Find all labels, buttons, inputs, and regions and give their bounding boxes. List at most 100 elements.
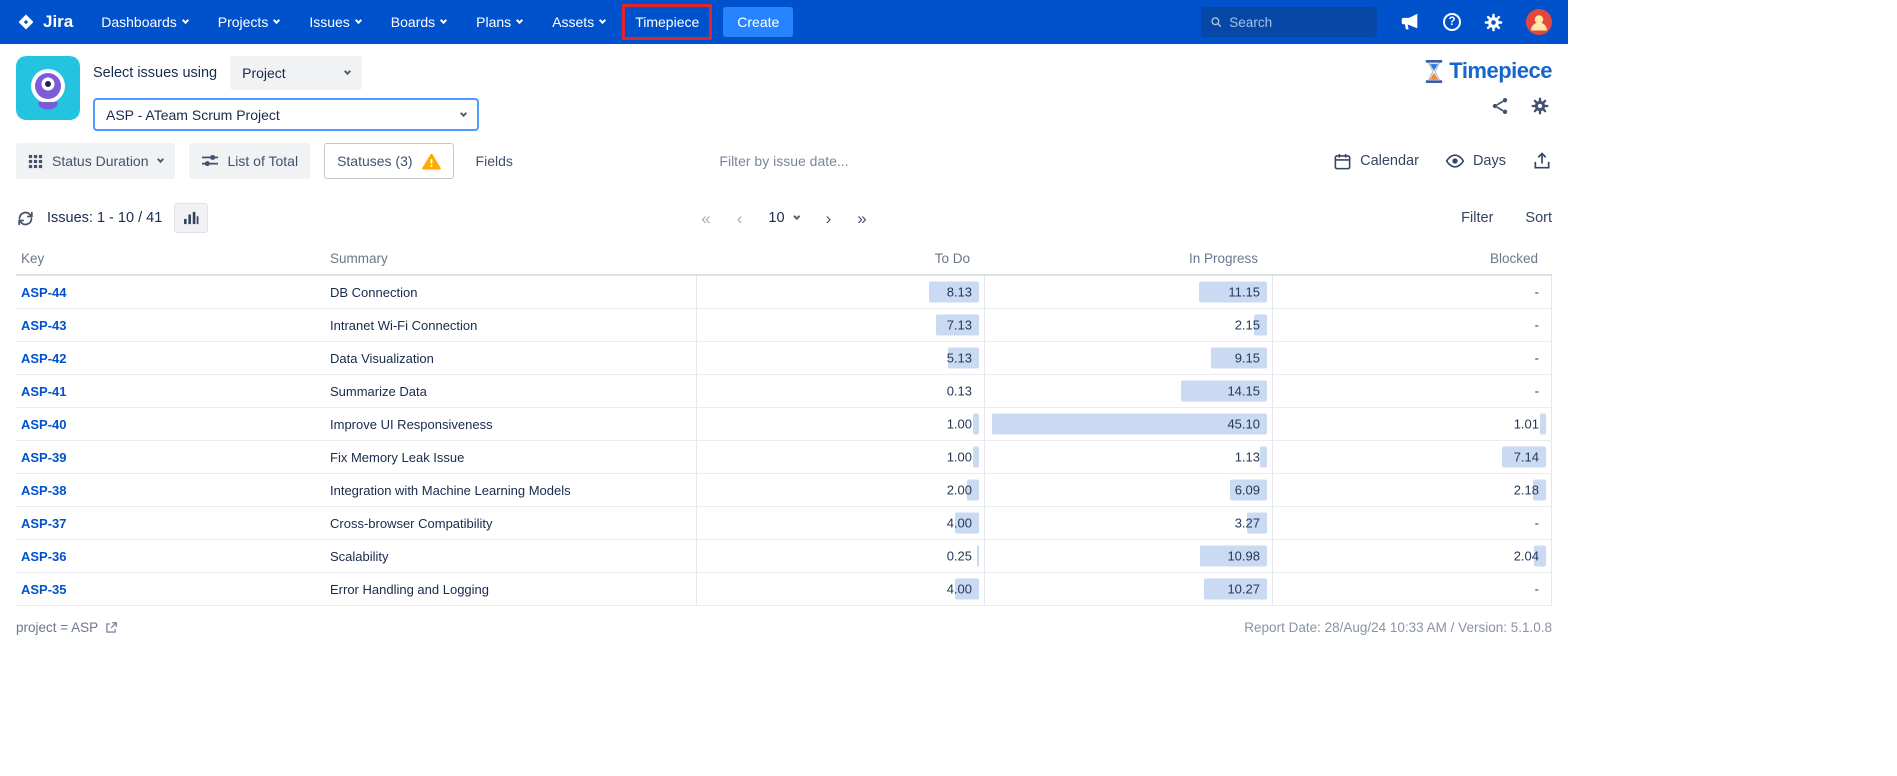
- todo-cell: 0.25: [696, 540, 984, 572]
- days-view-button[interactable]: Days: [1445, 152, 1506, 170]
- blocked-cell: 2.04: [1272, 540, 1552, 572]
- announcements-button[interactable]: [1399, 11, 1421, 33]
- issue-key-link[interactable]: ASP-41: [21, 384, 67, 399]
- list-mode-label: List of Total: [228, 153, 299, 169]
- sliders-icon: [201, 153, 219, 169]
- select-issues-label: Select issues using: [93, 65, 217, 81]
- blocked-cell: 7.14: [1272, 441, 1552, 473]
- blocked-cell: -: [1272, 342, 1552, 374]
- issue-date-filter[interactable]: Filter by issue date...: [719, 153, 848, 169]
- nav-item-label: Projects: [218, 14, 269, 30]
- nav-item-issues[interactable]: Issues: [309, 14, 360, 30]
- timepiece-logo-text: Timepiece: [1449, 58, 1552, 84]
- nav-item-label: Issues: [309, 14, 349, 30]
- list-mode-button[interactable]: List of Total: [189, 143, 311, 179]
- chart-view-button[interactable]: [174, 203, 208, 233]
- report-settings-button[interactable]: [1530, 96, 1550, 116]
- issue-key-link[interactable]: ASP-42: [21, 351, 67, 366]
- nav-item-boards[interactable]: Boards: [391, 14, 446, 30]
- chevron-down-icon: [460, 109, 467, 116]
- inprogress-cell: 2.15: [984, 309, 1272, 341]
- nav-item-timepiece[interactable]: Timepiece: [635, 14, 699, 30]
- issue-key-link[interactable]: ASP-36: [21, 549, 67, 564]
- create-button[interactable]: Create: [723, 7, 793, 37]
- duration-value: 7.14: [1514, 450, 1539, 465]
- inprogress-cell: 1.13: [984, 441, 1272, 473]
- issue-key-link[interactable]: ASP-39: [21, 450, 67, 465]
- issue-source-select[interactable]: Project: [230, 56, 362, 90]
- nav-item-dashboards[interactable]: Dashboards: [101, 14, 188, 30]
- settings-button[interactable]: [1483, 12, 1504, 33]
- search-input[interactable]: [1229, 15, 1368, 30]
- jql-query-label: project = ASP: [16, 620, 98, 635]
- view-mode-button[interactable]: Status Duration: [16, 143, 175, 179]
- summary-cell: Summarize Data: [328, 375, 696, 407]
- project-select[interactable]: ASP - ATeam Scrum Project: [93, 98, 479, 131]
- issue-key-link[interactable]: ASP-43: [21, 318, 67, 333]
- next-page-button[interactable]: ›: [826, 210, 832, 227]
- fields-button[interactable]: Fields: [468, 153, 521, 169]
- filter-button[interactable]: Filter: [1461, 210, 1493, 226]
- duration-value: 10.98: [1227, 549, 1260, 564]
- calendar-view-button[interactable]: Calendar: [1333, 152, 1419, 171]
- help-button[interactable]: ?: [1443, 13, 1461, 31]
- summary-cell: Improve UI Responsiveness: [328, 408, 696, 440]
- key-cell: ASP-37: [16, 507, 328, 539]
- duration-value: -: [1535, 351, 1539, 366]
- duration-value: 8.13: [947, 285, 972, 300]
- jql-query-link[interactable]: project = ASP: [16, 620, 118, 635]
- table-row: ASP-44 DB Connection 8.13 11.15 -: [16, 276, 1552, 309]
- key-cell: ASP-41: [16, 375, 328, 407]
- avatar: [1526, 9, 1552, 35]
- issue-key-link[interactable]: ASP-35: [21, 582, 67, 597]
- eye-icon: [1445, 152, 1465, 170]
- chevron-down-icon: [599, 17, 606, 24]
- issue-key-link[interactable]: ASP-37: [21, 516, 67, 531]
- table-header: Key Summary To Do In Progress Blocked: [16, 243, 1552, 276]
- nav-item-projects[interactable]: Projects: [218, 14, 280, 30]
- duration-value: 2.18: [1514, 483, 1539, 498]
- duration-value: 2.04: [1514, 549, 1539, 564]
- prev-page-button[interactable]: ‹: [737, 210, 743, 227]
- issue-source-row: Select issues using Project: [93, 56, 479, 90]
- last-page-button[interactable]: »: [857, 210, 866, 227]
- issue-key-link[interactable]: ASP-38: [21, 483, 67, 498]
- blocked-cell: -: [1272, 375, 1552, 407]
- summary-cell: Fix Memory Leak Issue: [328, 441, 696, 473]
- profile-button[interactable]: [1526, 9, 1552, 35]
- nav-item-plans[interactable]: Plans: [476, 14, 522, 30]
- table-row: ASP-35 Error Handling and Logging 4.00 1…: [16, 573, 1552, 606]
- nav-item-assets[interactable]: Assets: [552, 14, 605, 30]
- jira-logo[interactable]: Jira: [16, 12, 73, 32]
- nav-item-label: Assets: [552, 14, 594, 30]
- jira-app: Jira Dashboards Projects Issues Boards P…: [0, 0, 1568, 649]
- duration-value: 0.13: [947, 384, 972, 399]
- refresh-button[interactable]: [16, 209, 35, 228]
- nav-item-label: Dashboards: [101, 14, 177, 30]
- column-header-blocked: Blocked: [1272, 251, 1552, 266]
- report-actions: [1490, 96, 1550, 116]
- nav-item-label: Boards: [391, 14, 435, 30]
- page-size-select[interactable]: 10: [768, 210, 799, 226]
- column-header-summary: Summary: [328, 251, 696, 266]
- todo-cell: 4.00: [696, 573, 984, 605]
- sort-button[interactable]: Sort: [1525, 210, 1552, 226]
- duration-value: 45.10: [1227, 417, 1260, 432]
- statuses-button[interactable]: Statuses (3): [324, 143, 453, 179]
- chevron-down-icon: [273, 17, 280, 24]
- chevron-down-icon: [182, 17, 189, 24]
- export-button[interactable]: [1532, 151, 1552, 171]
- issue-key-link[interactable]: ASP-40: [21, 417, 67, 432]
- navbar-right: ?: [1201, 7, 1552, 37]
- global-search[interactable]: [1201, 7, 1377, 37]
- key-cell: ASP-43: [16, 309, 328, 341]
- duration-value: 1.00: [947, 450, 972, 465]
- project-select-value: ASP - ATeam Scrum Project: [106, 107, 280, 123]
- column-header-inprogress: In Progress: [984, 251, 1272, 266]
- issue-key-link[interactable]: ASP-44: [21, 285, 67, 300]
- table-row: ASP-39 Fix Memory Leak Issue 1.00 1.13 7…: [16, 441, 1552, 474]
- share-button[interactable]: [1490, 96, 1510, 116]
- first-page-button[interactable]: «: [701, 210, 710, 227]
- table-body: ASP-44 DB Connection 8.13 11.15 - ASP-43…: [16, 276, 1552, 606]
- key-cell: ASP-40: [16, 408, 328, 440]
